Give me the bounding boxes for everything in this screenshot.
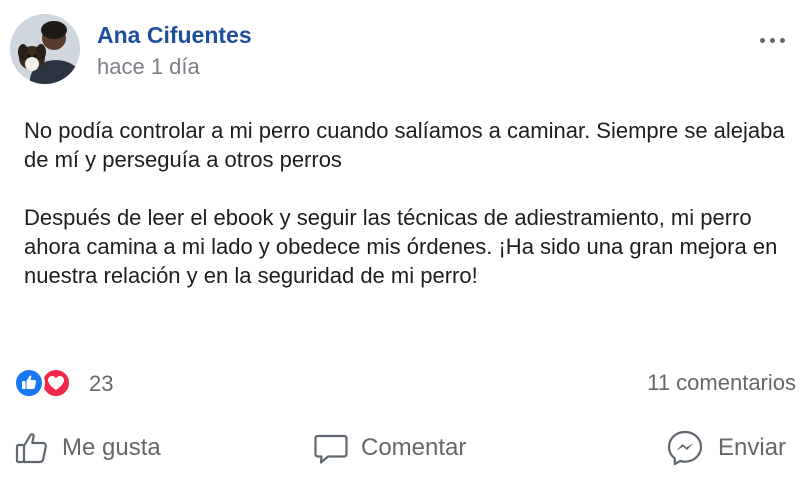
post-paragraph: Después de leer el ebook y seguir las té…	[24, 205, 778, 288]
avatar[interactable]	[10, 14, 80, 84]
like-button-label: Me gusta	[62, 434, 161, 461]
reaction-count[interactable]: 23	[89, 371, 113, 397]
like-icon	[14, 368, 44, 398]
send-button[interactable]: Enviar	[666, 430, 798, 466]
post-header: Ana Cifuentes hace 1 día	[10, 14, 800, 86]
avatar-image	[10, 14, 80, 84]
post-text: No podía controlar a mi perro cuando sal…	[24, 116, 794, 319]
post-paragraph: No podía controlar a mi perro cuando sal…	[24, 118, 785, 172]
comment-button[interactable]: Comentar	[313, 430, 488, 466]
more-options-icon[interactable]	[756, 30, 790, 50]
comment-button-label: Comentar	[361, 434, 467, 461]
post-timestamp[interactable]: hace 1 día	[97, 54, 200, 80]
messenger-icon	[667, 430, 703, 466]
comments-count[interactable]: 11 comentarios	[647, 370, 796, 396]
love-icon	[41, 368, 71, 398]
author-name[interactable]: Ana Cifuentes	[97, 22, 252, 49]
actions-bar: Me gusta Comentar Enviar	[0, 418, 810, 478]
reactions-bar: 23 11 comentarios	[14, 368, 796, 400]
comment-icon	[314, 434, 348, 464]
thumbs-up-icon	[15, 433, 48, 464]
send-button-label: Enviar	[718, 434, 787, 461]
like-button[interactable]: Me gusta	[14, 430, 184, 466]
reaction-icons[interactable]	[14, 368, 80, 400]
post-card: Ana Cifuentes hace 1 día No podía contro…	[0, 0, 810, 481]
